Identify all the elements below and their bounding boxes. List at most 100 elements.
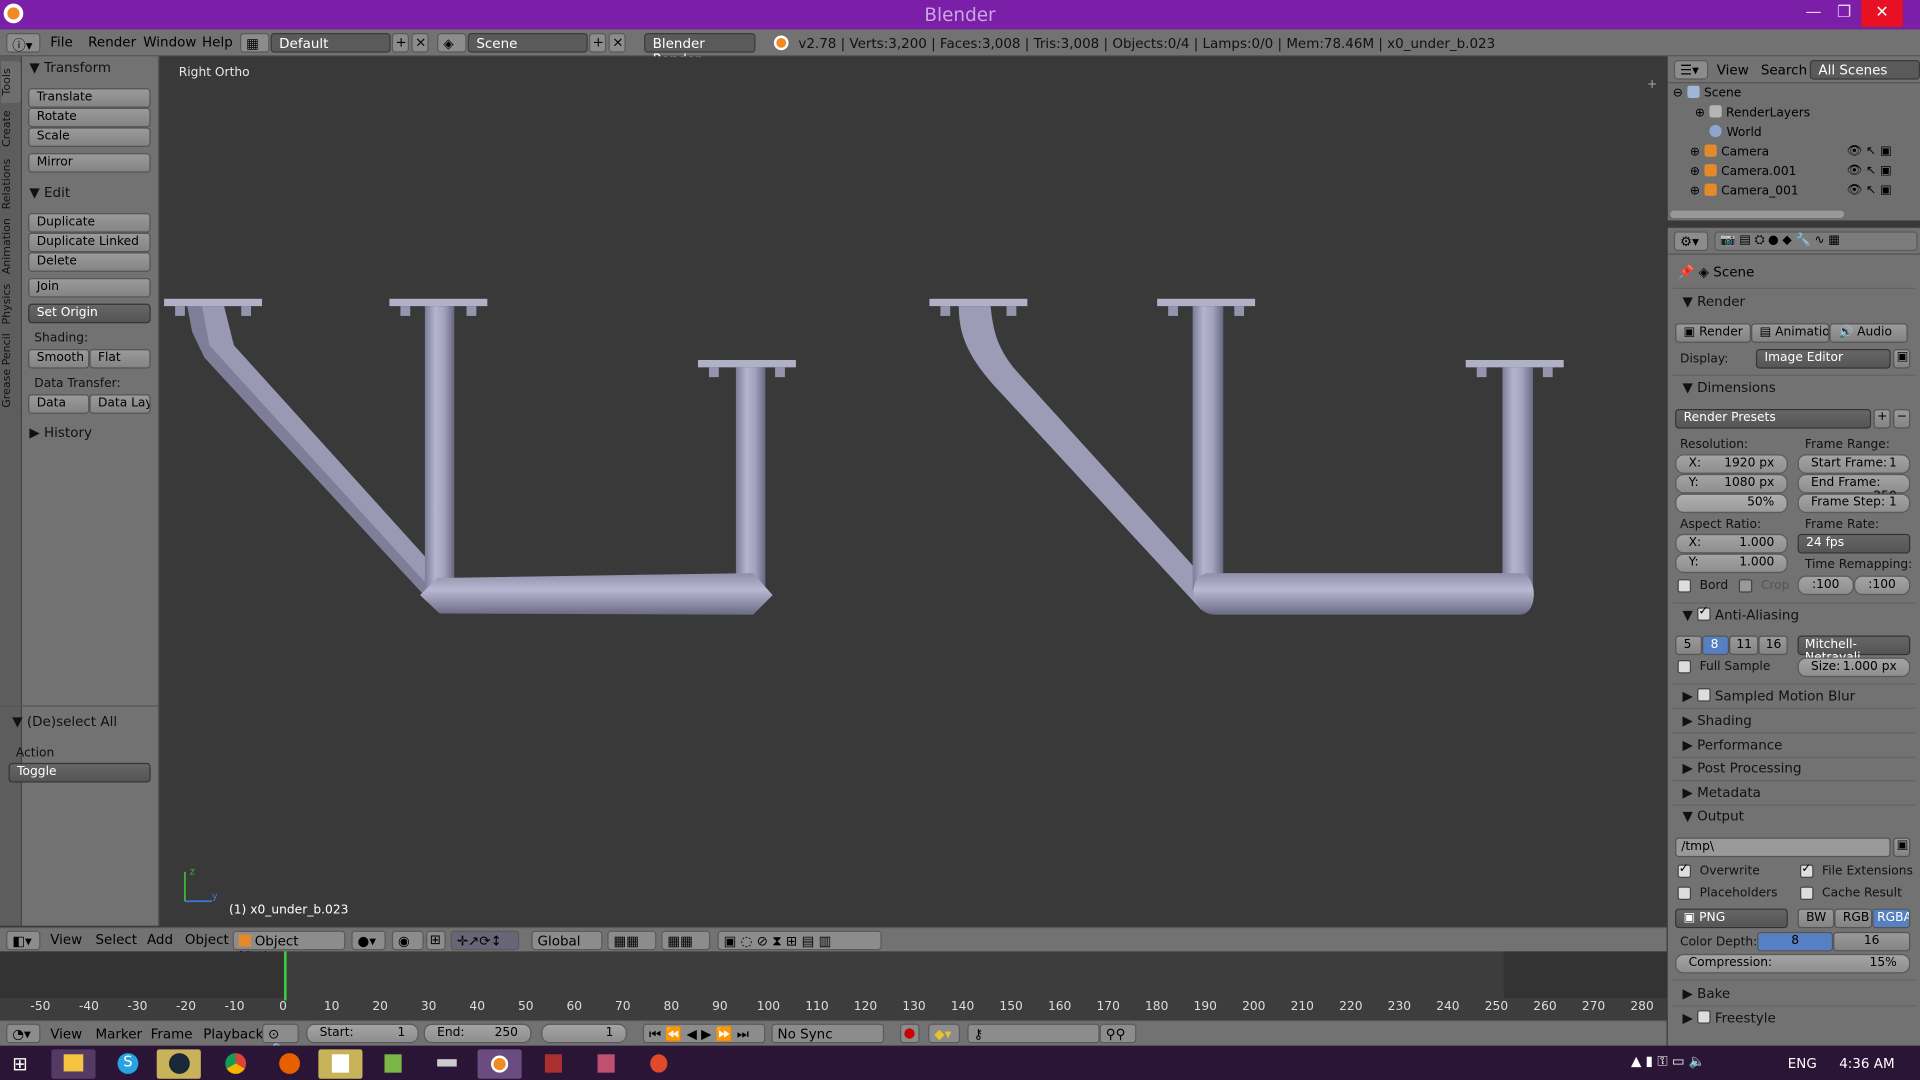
add-preset-icon[interactable]: + <box>1873 408 1891 429</box>
bake-panel-header[interactable]: ▶ Bake <box>1682 986 1730 1002</box>
resolution-x-field[interactable]: X: 1920 px <box>1675 454 1788 474</box>
outliner-item-scene[interactable]: ⊖ Scene <box>1673 85 1741 100</box>
outliner[interactable]: ⊖ Scene ⊕ RenderLayers World ⊕ Camera ⊕ … <box>1667 83 1920 221</box>
edit-panel-header[interactable]: ▼ Edit <box>29 185 70 201</box>
editor-type-properties-icon[interactable]: ⚙▾ <box>1673 231 1709 252</box>
app-icon-4[interactable] <box>531 1049 575 1078</box>
menu-add[interactable]: Add <box>147 932 173 948</box>
placeholders-checkbox[interactable] <box>1677 886 1692 901</box>
output-folder-icon[interactable]: ▣ <box>1893 837 1911 858</box>
minimize-button[interactable]: — <box>1796 0 1830 27</box>
sync-select[interactable]: No Sync <box>771 1023 885 1044</box>
output-panel-header[interactable]: ▼ Output <box>1682 808 1743 824</box>
menu-frame[interactable]: Frame <box>151 1026 193 1042</box>
menu-render[interactable]: Render <box>88 34 136 50</box>
remove-scene-icon[interactable]: × <box>608 33 626 53</box>
layout-field[interactable]: Default <box>270 33 391 53</box>
menu-view[interactable]: View <box>50 932 82 948</box>
history-panel-header[interactable]: ▶ History <box>29 425 92 441</box>
visibility-eye-icon-2[interactable]: 👁 ↖ ▣ <box>1847 164 1892 177</box>
data-button[interactable]: Data <box>28 394 90 414</box>
menu-window[interactable]: Window <box>143 34 196 50</box>
aspect-x-field[interactable]: X: 1.000 <box>1675 533 1788 554</box>
menu-file[interactable]: File <box>50 34 73 50</box>
outliner-item-camera-001b[interactable]: ⊕ Camera_001 <box>1690 183 1799 198</box>
visibility-eye-icon-3[interactable]: 👁 ↖ ▣ <box>1847 184 1892 197</box>
layers-grid-1[interactable]: ▦▦ <box>607 930 657 951</box>
mode-select[interactable]: Object Mode <box>232 930 346 965</box>
tab-tools[interactable]: Tools <box>1 61 21 103</box>
tab-animation[interactable]: Animation <box>1 215 21 277</box>
render-button[interactable]: ▣ Render <box>1675 323 1752 343</box>
full-sample-checkbox[interactable] <box>1677 660 1692 674</box>
app-icon-1[interactable] <box>318 1049 363 1079</box>
color-depth-16-button[interactable]: 16 <box>1833 931 1911 952</box>
outliner-filter-select[interactable]: All Scenes <box>1809 60 1920 80</box>
cache-result-checkbox[interactable] <box>1800 886 1814 901</box>
outliner-menu-search[interactable]: Search <box>1761 62 1807 78</box>
start-frame-prop-field[interactable]: Start Frame: 1 <box>1797 454 1911 474</box>
language-indicator[interactable]: ENG <box>1788 1056 1817 1072</box>
crop-checkbox[interactable] <box>1738 579 1753 593</box>
editor-type-timeline-icon[interactable]: ◔▾ <box>6 1023 41 1044</box>
visibility-eye-icon[interactable]: 👁 ↖ ▣ <box>1847 144 1892 157</box>
preview-range-icon[interactable]: ⊙🔒 <box>262 1023 299 1058</box>
color-rgba-button[interactable]: RGBA <box>1872 908 1911 929</box>
render-presets-select[interactable]: Render Presets <box>1675 408 1872 429</box>
start-frame-field[interactable]: Start: 1 <box>306 1023 419 1044</box>
app-icon-6[interactable] <box>637 1049 681 1078</box>
color-bw-button[interactable]: BW <box>1797 908 1835 929</box>
tab-physics[interactable]: Physics <box>1 279 21 329</box>
join-button[interactable]: Join <box>28 277 151 298</box>
editor-type-info-icon[interactable]: ⓘ▾ <box>6 33 41 54</box>
aa-samples-5[interactable]: 5 <box>1675 635 1703 656</box>
operator-panel-header[interactable]: ▼ (De)select All <box>12 714 117 730</box>
outliner-item-renderlayers[interactable]: ⊕ RenderLayers <box>1695 105 1810 120</box>
blender-taskbar-icon[interactable] <box>477 1049 522 1079</box>
keying-set-field[interactable]: ⚷ <box>967 1023 1100 1044</box>
scene-field[interactable]: Scene <box>467 33 588 53</box>
motion-blur-panel-header[interactable]: ▶ Sampled Motion Blur <box>1682 688 1855 704</box>
rotate-button[interactable]: Rotate <box>28 107 151 128</box>
proportional-icon[interactable]: ⊞ <box>426 930 446 951</box>
timeline[interactable]: -50 -40 -30 -20 -10 0 10 20 30 40 50 60 70 80 90 100 110… <box>0 951 1667 1021</box>
skype-icon[interactable]: S <box>105 1049 149 1078</box>
app-icon-3[interactable] <box>425 1049 469 1078</box>
outliner-item-camera[interactable]: ⊕ Camera <box>1690 144 1769 159</box>
scale-button[interactable]: Scale <box>28 127 151 147</box>
pipe-smooth[interactable] <box>929 298 1564 615</box>
keyframe-insert-icons[interactable]: ⚲⚲ <box>1099 1023 1137 1044</box>
windows-start-icon[interactable]: ⊞ <box>12 1053 27 1075</box>
shading-panel-header[interactable]: ▶ Shading <box>1682 713 1751 729</box>
delete-button[interactable]: Delete <box>28 252 151 272</box>
remove-preset-icon[interactable]: − <box>1893 408 1911 429</box>
render-engine-select[interactable]: Blender Render <box>644 33 756 67</box>
performance-panel-header[interactable]: ▶ Performance <box>1682 737 1782 753</box>
frame-rate-select[interactable]: 24 fps <box>1797 533 1911 554</box>
color-rgb-button[interactable]: RGB <box>1834 908 1873 929</box>
aa-samples-16[interactable]: 16 <box>1758 635 1788 656</box>
scene-icon[interactable]: ◈ <box>437 33 467 53</box>
resolution-y-field[interactable]: Y: 1080 px <box>1675 473 1788 494</box>
menu-marker[interactable]: Marker <box>96 1026 143 1042</box>
firefox-icon[interactable] <box>267 1049 311 1078</box>
playback-controls[interactable]: ⏮ ⏪ ◀ ▶ ⏩ ⏭ <box>642 1023 766 1044</box>
menu-playback[interactable]: Playback <box>203 1026 263 1042</box>
mirror-button[interactable]: Mirror <box>28 153 151 173</box>
flat-button[interactable]: Flat <box>89 348 151 369</box>
border-checkbox[interactable] <box>1677 579 1692 593</box>
viewport-shading-icon[interactable]: ●▾ <box>351 930 386 951</box>
freestyle-panel-header[interactable]: ▶ Freestyle <box>1682 1010 1776 1026</box>
remove-layout-icon[interactable]: × <box>411 33 429 53</box>
aspect-y-field[interactable]: Y: 1.000 <box>1675 553 1788 574</box>
file-explorer-icon[interactable] <box>51 1049 96 1079</box>
properties-context-tabs[interactable]: 📷▤⛭●◆🔧∿▦ <box>1714 231 1918 252</box>
manipulator-icons[interactable]: ✛↗⟳↕ <box>450 930 520 951</box>
editor-type-3d-icon[interactable]: ◧▾ <box>6 930 41 951</box>
aa-filter-select[interactable]: Mitchell-Netravali <box>1797 635 1911 665</box>
orientation-select[interactable]: Global <box>531 930 603 951</box>
render-panel-header[interactable]: ▼ Render <box>1682 294 1745 310</box>
current-frame-field[interactable]: 1 <box>541 1023 627 1044</box>
outliner-item-world[interactable]: World <box>1709 124 1762 140</box>
outliner-scrollbar[interactable] <box>1670 210 1845 218</box>
